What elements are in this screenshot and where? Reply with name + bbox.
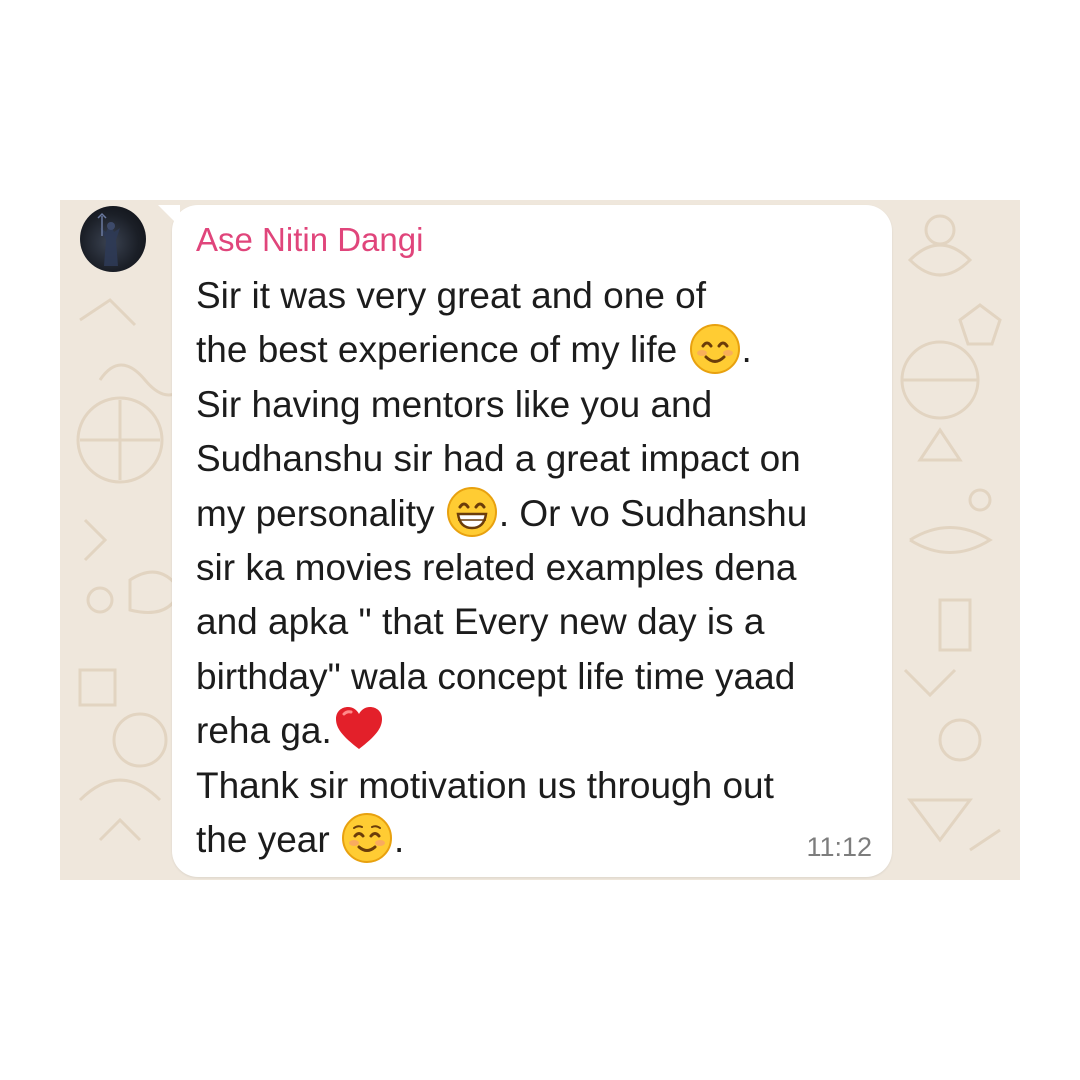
avatar[interactable] [80, 206, 146, 272]
avatar-figure-icon [97, 212, 120, 266]
line-text: and apka " that Every new day is a [196, 601, 765, 643]
line-text-after: . [741, 329, 752, 371]
red-heart-icon [332, 702, 386, 756]
message-line: Sudhanshu sir had a great impact on [196, 432, 886, 486]
message-line: reha ga. [196, 704, 886, 758]
line-text: the year [196, 818, 330, 860]
message-bubble[interactable]: Ase Nitin Dangi Sir it was very great an… [158, 205, 892, 877]
message-line: Sir it was very great and one of [196, 269, 886, 323]
message-line: Sir having mentors like you and [196, 378, 886, 432]
line-text: Thank sir motivation us through out [196, 764, 774, 806]
message-line: Thank sir motivation us through out [196, 759, 886, 813]
message-line: birthday" wala concept life time yaad [196, 650, 886, 704]
grinning-face-with-smiling-eyes-icon [445, 485, 499, 539]
message-line: the year . [196, 813, 886, 867]
message-timestamp: 11:12 [806, 832, 872, 862]
message-line: the best experience of my life . [196, 323, 886, 377]
message-line: and apka " that Every new day is a [196, 595, 886, 649]
sender-name[interactable]: Ase Nitin Dangi [196, 221, 423, 259]
line-text-after: . [393, 818, 405, 860]
line-text: Sir having mentors like you and [196, 383, 713, 425]
line-text: reha ga. [196, 710, 332, 752]
smiling-face-icon [340, 811, 394, 865]
line-text: Sudhanshu sir had a great impact on [196, 438, 801, 480]
smiling-face-with-smiling-eyes-icon [688, 322, 742, 376]
message-text: Sir it was very great and one of the bes… [196, 269, 886, 867]
line-text: birthday" wala concept life time yaad [196, 655, 796, 697]
line-text: sir ka movies related examples dena [196, 546, 797, 588]
line-text-after: . Or vo Sudhanshu [498, 492, 808, 534]
message-line: my personality . Or vo Sudhanshu [196, 485, 886, 541]
message-line: sir ka movies related examples dena [196, 541, 886, 595]
line-text: Sir it was very great and one of [196, 275, 707, 316]
line-text: my personality [196, 492, 435, 534]
line-text: the best experience of my life [196, 329, 678, 371]
